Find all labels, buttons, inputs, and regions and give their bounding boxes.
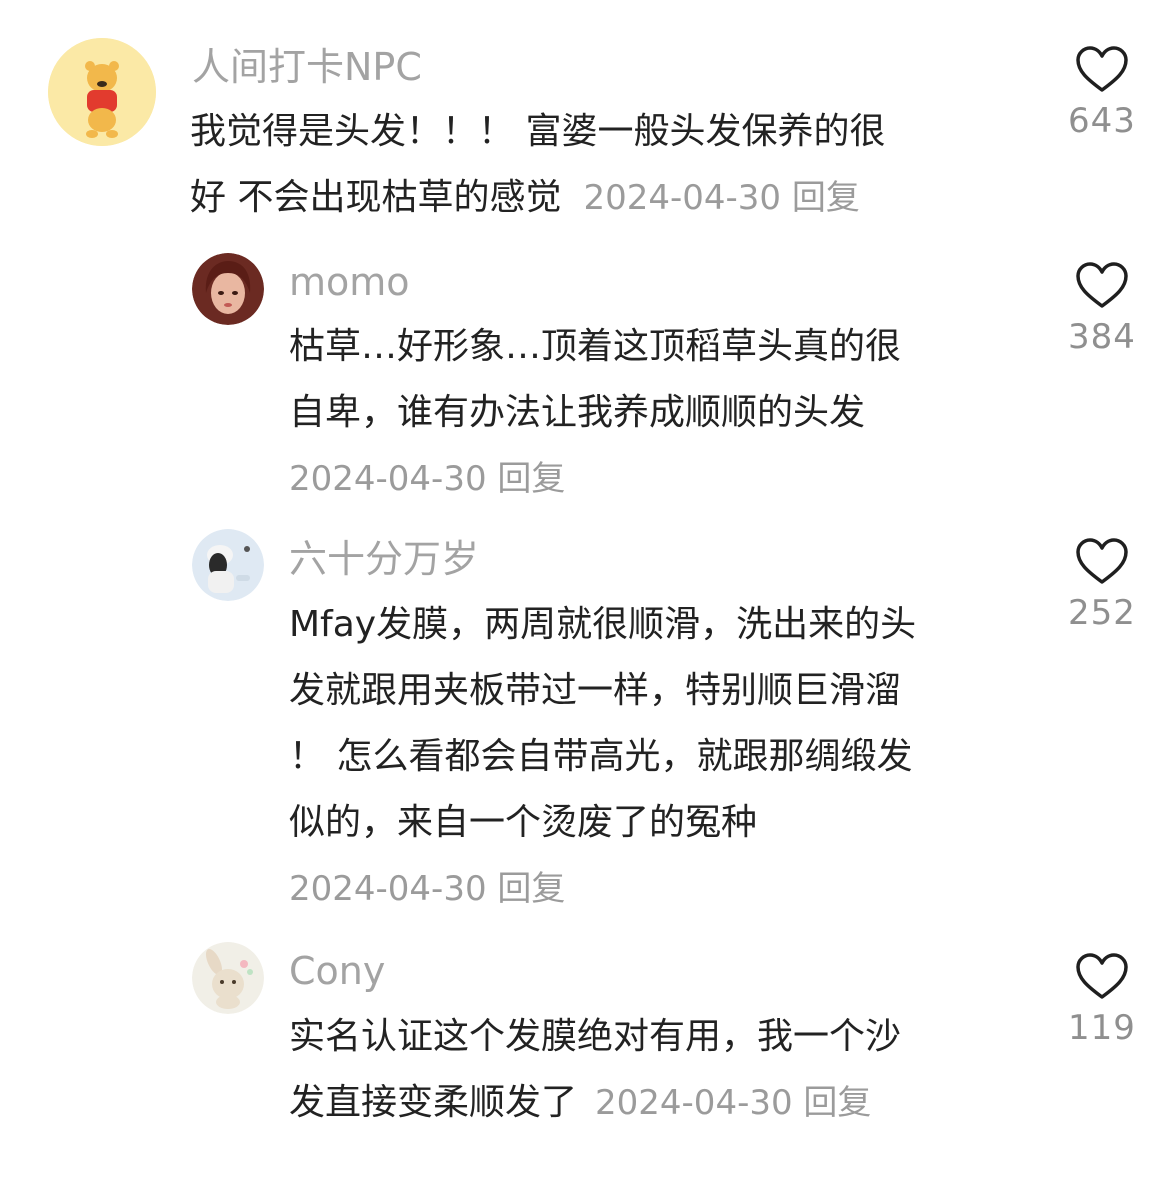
comment-date: 2024-04-30 — [289, 869, 487, 909]
username[interactable]: momo — [289, 255, 410, 309]
avatar[interactable] — [192, 529, 264, 601]
comment-item: 人间打卡NPC 我觉得是头发！！！ 富婆一般头发保养的很 好 不会出现枯草的感觉… — [0, 0, 1169, 235]
like-button[interactable]: 384 — [1052, 261, 1152, 357]
heart-outline-icon — [1076, 262, 1128, 308]
comment-line: 似的，来自一个烫废了的冤种 — [289, 802, 758, 843]
like-count: 384 — [1068, 317, 1136, 357]
like-count: 643 — [1068, 101, 1136, 141]
girl-portrait-avatar — [192, 253, 264, 325]
reply-button[interactable]: 回复 — [497, 459, 565, 499]
avatar[interactable] — [48, 38, 156, 146]
reply-item: 六十分万岁 Mfay发膜，两周就很顺滑，洗出来的头 发就跟用夹板带过一样，特别顺… — [0, 515, 1169, 930]
avatar[interactable] — [192, 942, 264, 1014]
reply-button[interactable]: 回复 — [803, 1083, 871, 1123]
like-button[interactable]: 643 — [1052, 45, 1152, 141]
reply-item: Cony 实名认证这个发膜绝对有用，我一个沙 发直接变柔顺发了 2024-04-3… — [0, 930, 1169, 1192]
comment-line: 自卑，谁有办法让我养成顺顺的头发 — [289, 392, 866, 433]
reply-button[interactable]: 回复 — [497, 869, 565, 909]
comment-line: 发直接变柔顺发了 — [289, 1082, 578, 1123]
avatar[interactable] — [192, 253, 264, 325]
username[interactable]: Cony — [289, 944, 385, 998]
comment-date: 2024-04-30 — [595, 1083, 793, 1123]
reply-button[interactable]: 回复 — [792, 178, 860, 218]
like-count: 252 — [1068, 593, 1136, 633]
bunny-avatar — [192, 942, 264, 1014]
comment-line: ！ 怎么看都会自带高光，就跟那绸缎发 — [289, 736, 913, 777]
like-count: 119 — [1068, 1008, 1136, 1048]
username[interactable]: 人间打卡NPC — [192, 40, 422, 94]
heart-outline-icon — [1076, 538, 1128, 584]
comment-text: 枯草…好形象…顶着这顶稻草头真的很 自卑，谁有办法让我养成顺顺的头发 2024-… — [289, 314, 901, 512]
heart-outline-icon — [1076, 953, 1128, 999]
comment-text: Mfay发膜，两周就很顺滑，洗出来的头 发就跟用夹板带过一样，特别顺巨滑溜 ！ … — [289, 592, 916, 922]
comment-line: 发就跟用夹板带过一样，特别顺巨滑溜 — [289, 670, 902, 711]
username[interactable]: 六十分万岁 — [289, 532, 479, 586]
like-button[interactable]: 119 — [1052, 952, 1152, 1048]
comment-line: Mfay发膜，两周就很顺滑，洗出来的头 — [289, 604, 917, 645]
snow-girl-avatar — [192, 529, 264, 601]
comment-line: 枯草…好形象…顶着这顶稻草头真的很 — [289, 326, 902, 367]
comment-text: 实名认证这个发膜绝对有用，我一个沙 发直接变柔顺发了 2024-04-30 回复 — [289, 1004, 901, 1136]
heart-outline-icon — [1076, 46, 1128, 92]
winnie-the-pooh-avatar — [48, 38, 156, 146]
comment-date: 2024-04-30 — [583, 178, 782, 218]
reply-item: momo 枯草…好形象…顶着这顶稻草头真的很 自卑，谁有办法让我养成顺顺的头发 … — [0, 235, 1169, 515]
comment-line: 实名认证这个发膜绝对有用，我一个沙 — [289, 1016, 902, 1057]
like-button[interactable]: 252 — [1052, 537, 1152, 633]
comment-line: 好 不会出现枯草的感觉 — [190, 177, 562, 218]
comment-text: 我觉得是头发！！！ 富婆一般头发保养的很 好 不会出现枯草的感觉 2024-04-… — [190, 99, 885, 231]
comment-line: 我觉得是头发！！！ 富婆一般头发保养的很 — [190, 111, 886, 152]
comment-date: 2024-04-30 — [289, 459, 487, 499]
